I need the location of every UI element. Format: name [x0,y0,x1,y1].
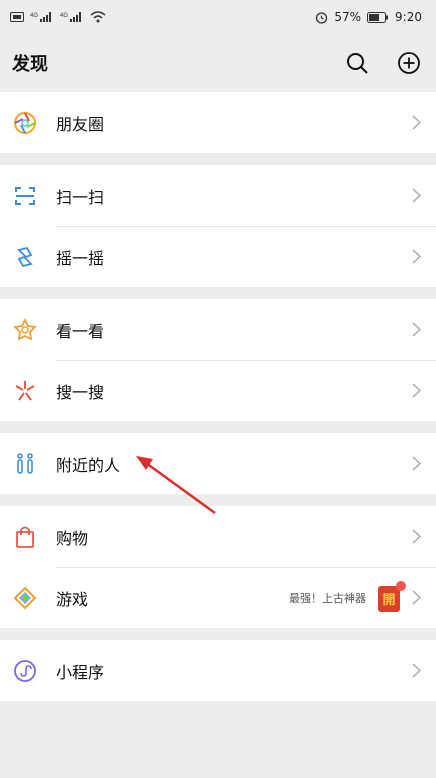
chevron-right-icon [412,249,422,265]
menu-item-label: 看一看 [56,321,105,341]
chevron-right-icon [412,115,422,131]
group-nearby: 附近的人 [0,433,436,494]
status-right: 57% 9:20 [315,10,422,24]
clock: 9:20 [395,10,422,24]
shopping-bag-icon [12,524,38,550]
status-bar: 4G 4G 57% 9:20 [0,0,436,34]
red-packet-icon: 開 [378,580,406,612]
mini-programs-icon [12,658,38,684]
group-mini-programs: 小程序 [0,640,436,701]
menu-item-mini-programs[interactable]: 小程序 [0,640,436,701]
menu-item-label: 扫一扫 [56,187,105,207]
chevron-right-icon [412,529,422,545]
shake-icon [12,244,38,270]
menu-item-label: 购物 [56,528,89,548]
wifi-icon [90,11,106,23]
page-title: 发现 [12,54,48,75]
menu-item-moments[interactable]: 朋友圈 [0,92,436,153]
search-icon[interactable] [344,50,370,76]
header: 发现 [0,34,436,92]
menu-item-label: 摇一摇 [56,248,105,268]
menu-item-label: 搜一搜 [56,382,105,402]
games-promo-text: 最强！上古神器 [289,591,366,605]
menu-item-label: 小程序 [56,662,105,682]
menu-item-scan[interactable]: 扫一扫 [0,165,436,226]
people-nearby-icon [12,451,38,477]
menu-item-label: 朋友圈 [56,114,105,134]
search-sparkle-icon [12,378,38,404]
menu-item-search[interactable]: 搜一搜 [0,360,436,421]
group-moments: 朋友圈 [0,92,436,153]
battery-percent: 57% [334,10,362,24]
plus-circle-icon[interactable] [396,50,422,76]
chevron-right-icon [412,663,422,679]
chevron-right-icon [412,590,422,606]
battery-icon [367,11,389,23]
menu-item-games[interactable]: 游戏 最强！上古神器 開 [0,567,436,628]
notification-dot [396,580,406,591]
alarm-icon [315,11,328,24]
signal-4g-icon: 4G [30,11,54,23]
status-left: 4G 4G [10,11,106,23]
sim-icon [10,12,24,22]
top-stories-icon [12,317,38,343]
network-type-2: 4G [60,13,68,19]
group-shopping-games: 购物 游戏 最强！上古神器 開 [0,506,436,628]
group-stories-search: 看一看 搜一搜 [0,299,436,421]
games-icon [12,585,38,611]
group-scan-shake: 扫一扫 摇一摇 [0,165,436,287]
menu-item-top-stories[interactable]: 看一看 [0,299,436,360]
moments-icon [12,110,38,136]
chevron-right-icon [412,383,422,399]
signal-4g-icon: 4G [60,11,84,23]
menu-item-shopping[interactable]: 购物 [0,506,436,567]
scan-icon [12,183,38,209]
network-type-1: 4G [30,13,38,19]
menu-item-people-nearby[interactable]: 附近的人 [0,433,436,494]
header-actions [344,50,422,76]
menu-item-label: 游戏 [56,589,89,609]
menu-item-shake[interactable]: 摇一摇 [0,226,436,287]
chevron-right-icon [412,322,422,338]
chevron-right-icon [412,456,422,472]
menu-item-label: 附近的人 [56,455,121,475]
chevron-right-icon [412,188,422,204]
